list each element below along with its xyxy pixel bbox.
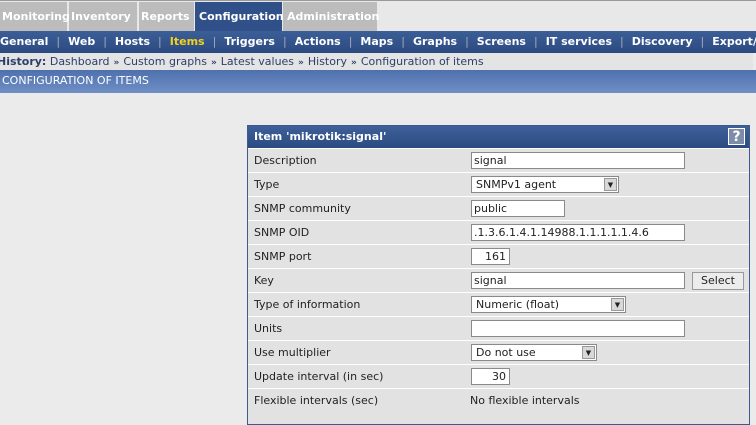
tab-administration[interactable]: Administration [283,2,379,31]
breadcrumb: History: Dashboard» Custom graphs» Latest … [0,53,753,70]
info-type-value: Numeric (float) [476,298,560,311]
community-label: SNMP community [254,202,351,215]
info-type-select[interactable]: Numeric (float) ▼ [471,296,626,313]
flex-value: No flexible intervals [470,394,580,407]
crumb-history[interactable]: History [308,55,347,68]
row-type-of-information: Type of information Numeric (float) ▼ [248,292,749,316]
form-header: Item 'mikrotik:signal'? [248,126,749,148]
multiplier-select[interactable]: Do not use ▼ [471,344,597,361]
row-use-multiplier: Use multiplier Do not use ▼ [248,340,749,364]
nav-web[interactable]: Web [68,35,95,48]
crumb-custom-graphs[interactable]: Custom graphs [123,55,207,68]
section-title: CONFIGURATION OF ITEMS [0,70,756,93]
chevron-down-icon: ▼ [582,346,595,359]
type-label: Type [254,178,280,191]
select-key-button[interactable]: Select [692,272,744,290]
row-flexible-intervals: Flexible intervals (sec) No flexible inte… [248,388,749,412]
oid-label: SNMP OID [254,226,310,239]
sub-nav: General | Web | Hosts | Items | Triggers | Actions… [0,31,756,53]
units-label: Units [254,322,283,335]
port-label: SNMP port [254,250,312,263]
chevron-down-icon: ▼ [611,298,624,311]
nav-maps[interactable]: Maps [360,35,393,48]
row-units: Units [248,316,749,340]
multiplier-value: Do not use [476,346,536,359]
row-snmp-oid: SNMP OID .1.3.6.1.4.1.14988.1.1.1.1.1.4.6 [248,220,749,244]
crumb-dashboard[interactable]: Dashboard [50,55,110,68]
community-input[interactable]: public [471,200,565,217]
key-label: Key [254,274,274,287]
description-label: Description [254,154,317,167]
help-icon[interactable]: ? [728,128,745,145]
nav-triggers[interactable]: Triggers [224,35,275,48]
tab-configuration[interactable]: Configuration [195,2,284,31]
nav-discovery[interactable]: Discovery [632,35,693,48]
tab-inventory[interactable]: Inventory [69,2,137,31]
nav-actions[interactable]: Actions [295,35,341,48]
row-type: Type SNMPv1 agent ▼ [248,172,749,196]
units-input[interactable] [471,320,685,337]
main-tabs: Monitoring Inventory Reports Configurati… [0,0,756,31]
chevron-down-icon: ▼ [604,178,617,191]
row-update-interval: Update interval (in sec) 30 [248,364,749,388]
nav-screens[interactable]: Screens [477,35,526,48]
port-input[interactable]: 161 [471,248,510,265]
interval-label: Update interval (in sec) [254,370,384,383]
key-input[interactable]: signal [471,272,685,289]
item-form: Item 'mikrotik:signal'? Description signa… [247,125,750,425]
crumb-configuration-of-items[interactable]: Configuration of items [361,55,484,68]
nav-export-import[interactable]: Export/Imp [712,35,756,48]
nav-general[interactable]: General [0,35,48,48]
multiplier-label: Use multiplier [254,346,331,359]
row-snmp-port: SNMP port 161 [248,244,749,268]
nav-it-services[interactable]: IT services [546,35,612,48]
breadcrumb-label: History: [0,55,47,68]
oid-input[interactable]: .1.3.6.1.4.1.14988.1.1.1.1.1.4.6 [471,224,685,241]
nav-hosts[interactable]: Hosts [115,35,150,48]
nav-graphs[interactable]: Graphs [413,35,457,48]
row-snmp-community: SNMP community public [248,196,749,220]
row-key: Key signal Select [248,268,749,292]
row-description: Description signal [248,148,749,172]
description-input[interactable]: signal [471,152,685,169]
interval-input[interactable]: 30 [471,368,510,385]
type-select[interactable]: SNMPv1 agent ▼ [471,176,619,193]
flex-label: Flexible intervals (sec) [254,394,379,407]
tab-reports[interactable]: Reports [139,2,194,31]
nav-items[interactable]: Items [170,35,205,48]
info-type-label: Type of information [254,298,361,311]
form-title: Item 'mikrotik:signal' [254,130,387,143]
crumb-latest-values[interactable]: Latest values [221,55,294,68]
type-value: SNMPv1 agent [476,178,557,191]
tab-monitoring[interactable]: Monitoring [0,2,70,31]
